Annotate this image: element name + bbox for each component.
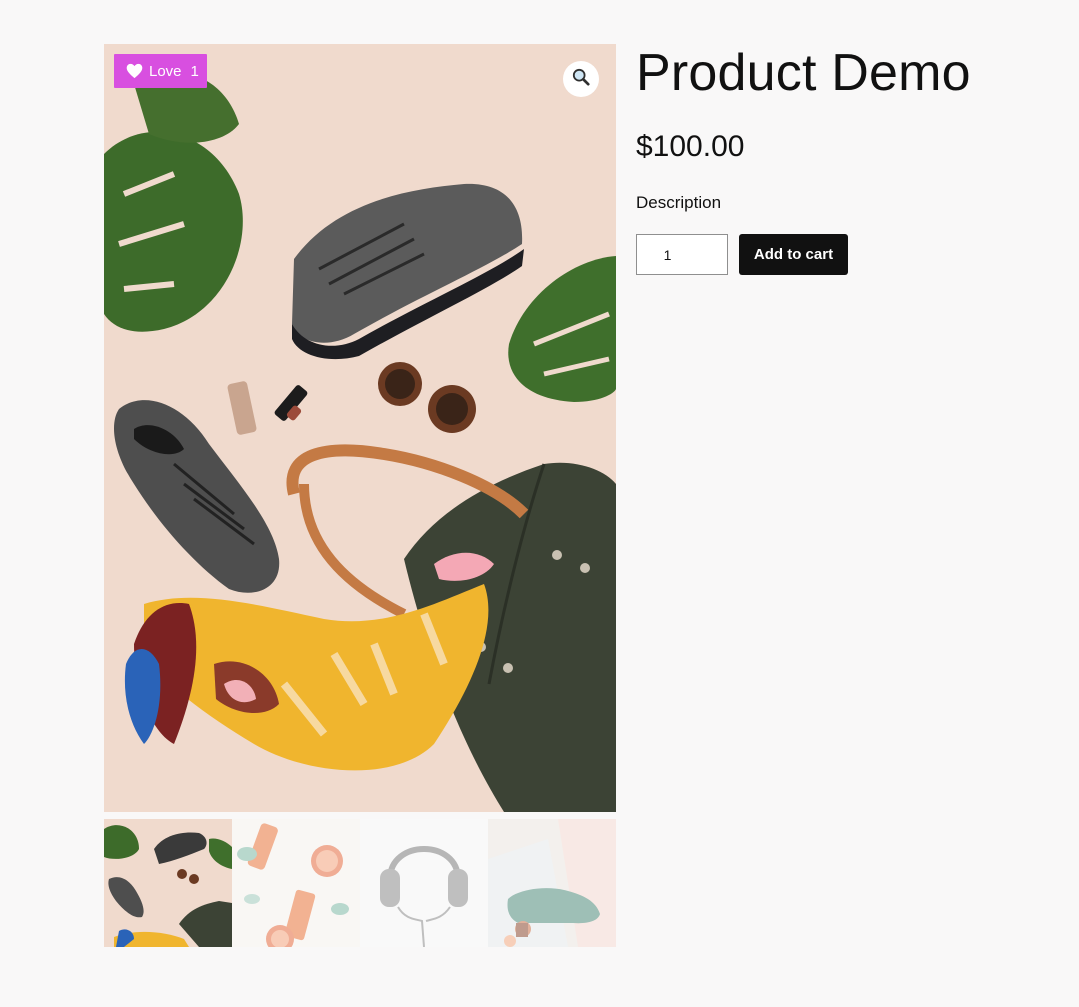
zoom-button[interactable]	[563, 61, 599, 97]
love-count: 1	[190, 62, 199, 80]
product-summary: Product Demo $100.00 Description Add to …	[636, 40, 1056, 275]
thumbnail-image	[360, 819, 488, 947]
thumbnail-image	[232, 819, 360, 947]
product-main-image[interactable]: Love 1	[104, 44, 616, 812]
fashion-flatlay-image	[104, 44, 616, 812]
thumbnail-green-shoe[interactable]	[488, 819, 616, 947]
love-label: Love	[149, 62, 182, 80]
add-to-cart-button[interactable]: Add to cart	[739, 234, 848, 275]
product-page: Love 1 Product Demo $100.00 Description …	[0, 0, 1079, 1007]
magnifier-icon	[572, 68, 590, 91]
add-to-cart-form: Add to cart	[636, 234, 1056, 275]
thumbnail-skincare-citrus[interactable]	[232, 819, 360, 947]
thumbnail-image	[488, 819, 616, 947]
thumbnail-fashion-flatlay[interactable]	[104, 819, 232, 947]
love-button[interactable]: Love 1	[114, 54, 207, 88]
product-price: $100.00	[636, 130, 745, 163]
quantity-input[interactable]	[636, 234, 728, 275]
gallery-thumbnails	[104, 819, 616, 947]
product-description: Description	[636, 193, 722, 212]
thumbnail-headphones[interactable]	[360, 819, 488, 947]
product-title: Product Demo	[636, 44, 971, 102]
thumbnail-image	[104, 819, 232, 947]
heart-icon	[126, 63, 143, 79]
